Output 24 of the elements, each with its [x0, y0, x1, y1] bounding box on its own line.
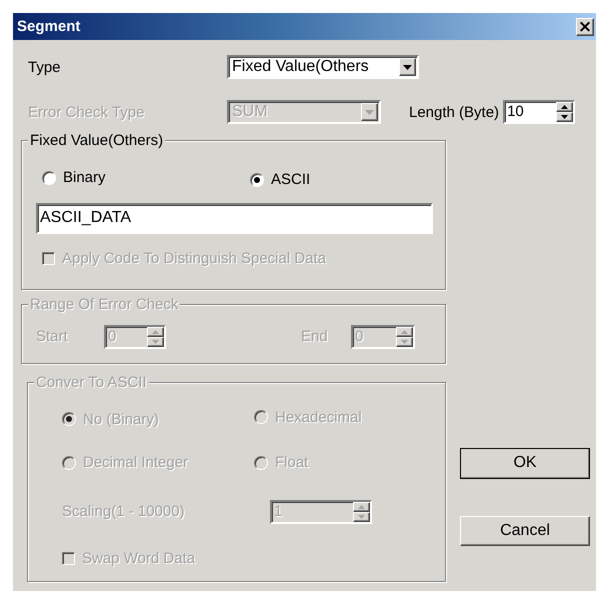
down-arrow-icon [561, 115, 568, 119]
up-arrow-icon [152, 330, 159, 334]
down-arrow-icon [358, 514, 365, 518]
up-arrow-icon [401, 330, 408, 334]
dropdown[interactable]: Fixed Value(Others [227, 55, 419, 79]
radio-option[interactable]: Binary [42, 169, 106, 186]
spin-field[interactable]: 10 [503, 100, 576, 124]
field-label: Length (Byte) [409, 104, 500, 120]
field-label: Type [27, 58, 62, 76]
radio-icon[interactable] [42, 170, 56, 184]
up-arrow-icon [561, 105, 568, 109]
cancel-button[interactable]: Cancel [460, 516, 590, 546]
radio-icon[interactable] [250, 172, 264, 186]
close-button[interactable]: × [576, 18, 594, 36]
text-field[interactable]: ASCII_DATA [36, 202, 433, 234]
down-arrow-icon [401, 340, 408, 344]
down-arrow-icon [403, 64, 412, 70]
window-title: Segment [17, 18, 80, 35]
up-arrow-icon [358, 504, 365, 508]
ok-button[interactable]: OK [460, 448, 590, 478]
down-arrow-icon [365, 110, 374, 114]
group-title: Fixed Value(Others) [28, 132, 166, 149]
radio-option[interactable]: ASCII [250, 171, 310, 188]
down-arrow-icon [152, 340, 159, 344]
